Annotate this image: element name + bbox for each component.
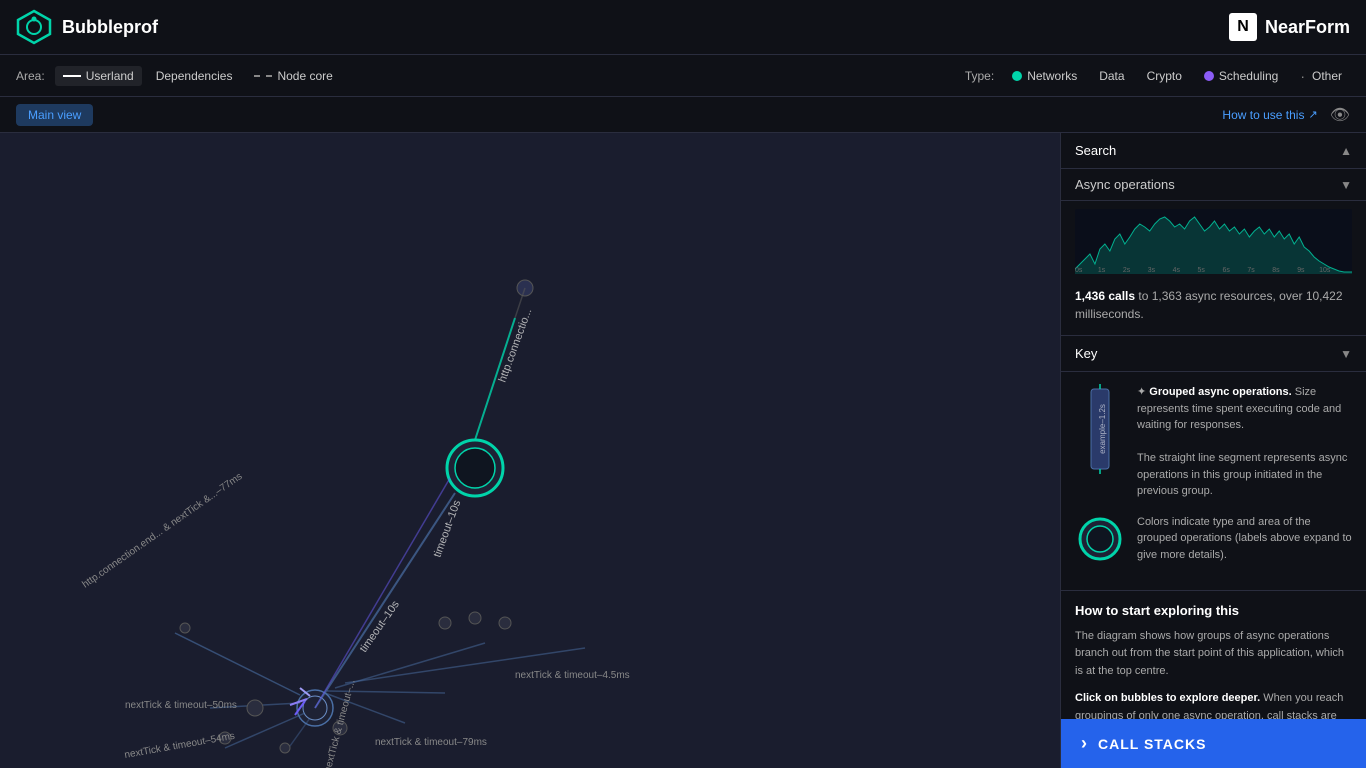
- visualization-area[interactable]: http.connectio... timeout–10s timeout–10…: [0, 133, 1060, 768]
- networks-dot-icon: [1012, 71, 1022, 81]
- app-title: Bubbleprof: [62, 17, 158, 38]
- key-colors-row: Colors indicate type and area of the gro…: [1075, 514, 1352, 564]
- svg-text:8s: 8s: [1272, 267, 1280, 274]
- async-ops-select[interactable]: Async operations ▼: [1061, 169, 1366, 201]
- call-stacks-label: CALL STACKS: [1098, 736, 1206, 752]
- key-grouped-title: Grouped async operations.: [1149, 386, 1291, 398]
- key-circle-visual: [1075, 514, 1125, 564]
- how-to-use-label: How to use this: [1222, 108, 1304, 122]
- search-chevron-icon: ▲: [1340, 144, 1352, 158]
- logo-area: Bubbleprof: [16, 9, 158, 45]
- area-dependencies[interactable]: Dependencies: [148, 66, 241, 86]
- explore-title: How to start exploring this: [1075, 603, 1352, 618]
- external-link-icon: ↗: [1308, 108, 1317, 121]
- type-scheduling[interactable]: Scheduling: [1196, 66, 1286, 86]
- viz-svg: http.connectio... timeout–10s timeout–10…: [0, 133, 1060, 768]
- svg-text:4s: 4s: [1173, 267, 1181, 274]
- key-chevron-icon: ▼: [1340, 347, 1352, 361]
- key-section-header[interactable]: Key ▼: [1061, 336, 1366, 372]
- stats-calls: 1,436 calls: [1075, 289, 1135, 303]
- type-data-label: Data: [1099, 69, 1124, 83]
- explore-text2-strong: Click on bubbles to explore deeper.: [1075, 692, 1260, 704]
- svg-text:5s: 5s: [1198, 267, 1206, 274]
- how-to-use-link[interactable]: How to use this ↗: [1222, 108, 1317, 122]
- main-view-button[interactable]: Main view: [16, 104, 93, 126]
- key-colors-desc: Colors indicate type and area of the gro…: [1137, 514, 1352, 564]
- bubbleprof-logo-icon: [16, 9, 52, 45]
- area-label: Area:: [16, 69, 45, 83]
- type-crypto[interactable]: Crypto: [1139, 66, 1190, 86]
- search-label: Search: [1075, 143, 1116, 158]
- async-chart: 0s 1s 2s 3s 4s 5s 6s 7s 8s 9s 10s: [1075, 209, 1352, 274]
- other-dot-icon: ·: [1300, 68, 1305, 84]
- svg-text:3s: 3s: [1148, 267, 1156, 274]
- svg-text:nextTick & timeout–79ms: nextTick & timeout–79ms: [375, 737, 487, 748]
- svg-text:0s: 0s: [1075, 267, 1083, 274]
- scheduling-dot-icon: [1204, 71, 1214, 81]
- type-data[interactable]: Data: [1091, 66, 1132, 86]
- type-crypto-label: Crypto: [1147, 69, 1182, 83]
- key-grouped-row: example–1.2s ✦ Grouped async operations.…: [1075, 384, 1352, 500]
- async-ops-chevron-icon: ▼: [1340, 178, 1352, 192]
- search-section-header[interactable]: Search ▲: [1061, 133, 1366, 169]
- type-other-label: Other: [1312, 69, 1342, 83]
- nearform-n-icon: N: [1229, 13, 1257, 41]
- call-stacks-arrow-icon: ›: [1081, 733, 1088, 754]
- svg-text:9s: 9s: [1297, 267, 1305, 274]
- sidebar: Search ▲ Async operations ▼ 0s 1s 2s 3s …: [1060, 133, 1366, 768]
- call-stacks-button[interactable]: › CALL STACKS: [1061, 719, 1366, 768]
- key-grouped-desc2: The straight line segment represents asy…: [1137, 450, 1352, 500]
- key-label: Key: [1075, 346, 1097, 361]
- header: Bubbleprof N NearForm: [0, 0, 1366, 55]
- toolbar: Area: Userland Dependencies Node core Ty…: [0, 55, 1366, 97]
- userland-line-icon: [63, 75, 81, 77]
- explore-text1: The diagram shows how groups of async op…: [1075, 628, 1352, 681]
- svg-text:7s: 7s: [1247, 267, 1255, 274]
- svg-text:10s: 10s: [1319, 267, 1331, 274]
- stats-text: 1,436 calls to 1,363 async resources, ov…: [1061, 279, 1366, 336]
- type-scheduling-label: Scheduling: [1219, 69, 1278, 83]
- chart-container: 0s 1s 2s 3s 4s 5s 6s 7s 8s 9s 10s: [1061, 201, 1366, 279]
- key-grouped-visual: example–1.2s: [1075, 384, 1125, 474]
- nearform-text: NearForm: [1265, 17, 1350, 38]
- key-content: example–1.2s ✦ Grouped async operations.…: [1061, 372, 1366, 591]
- type-networks-label: Networks: [1027, 69, 1077, 83]
- area-nodecore-label: Node core: [277, 69, 332, 83]
- svg-text:nextTick & timeout–4.5ms: nextTick & timeout–4.5ms: [515, 670, 630, 681]
- area-userland[interactable]: Userland: [55, 66, 142, 86]
- type-other[interactable]: · Other: [1292, 65, 1350, 87]
- type-networks[interactable]: Networks: [1004, 66, 1085, 86]
- nearform-logo: N NearForm: [1229, 13, 1350, 41]
- main-content: http.connectio... timeout–10s timeout–10…: [0, 133, 1366, 768]
- area-node-core[interactable]: Node core: [246, 66, 340, 86]
- key-colors-text: Colors indicate type and area of the gro…: [1137, 514, 1352, 564]
- area-userland-label: Userland: [86, 69, 134, 83]
- sub-toolbar: Main view How to use this ↗ 👁: [0, 97, 1366, 133]
- svg-text:1s: 1s: [1098, 267, 1106, 274]
- svg-text:nextTick & timeout–50ms: nextTick & timeout–50ms: [125, 700, 237, 711]
- eye-icon[interactable]: 👁: [1330, 105, 1350, 125]
- svg-text:2s: 2s: [1123, 267, 1131, 274]
- nodecore-line-icon: [254, 75, 272, 77]
- area-dependencies-label: Dependencies: [156, 69, 233, 83]
- svg-text:example–1.2s: example–1.2s: [1098, 404, 1107, 454]
- async-ops-label: Async operations: [1075, 177, 1175, 192]
- key-grouped-text: ✦ Grouped async operations. Size represe…: [1137, 384, 1352, 500]
- svg-text:6s: 6s: [1222, 267, 1230, 274]
- type-label: Type:: [965, 69, 994, 83]
